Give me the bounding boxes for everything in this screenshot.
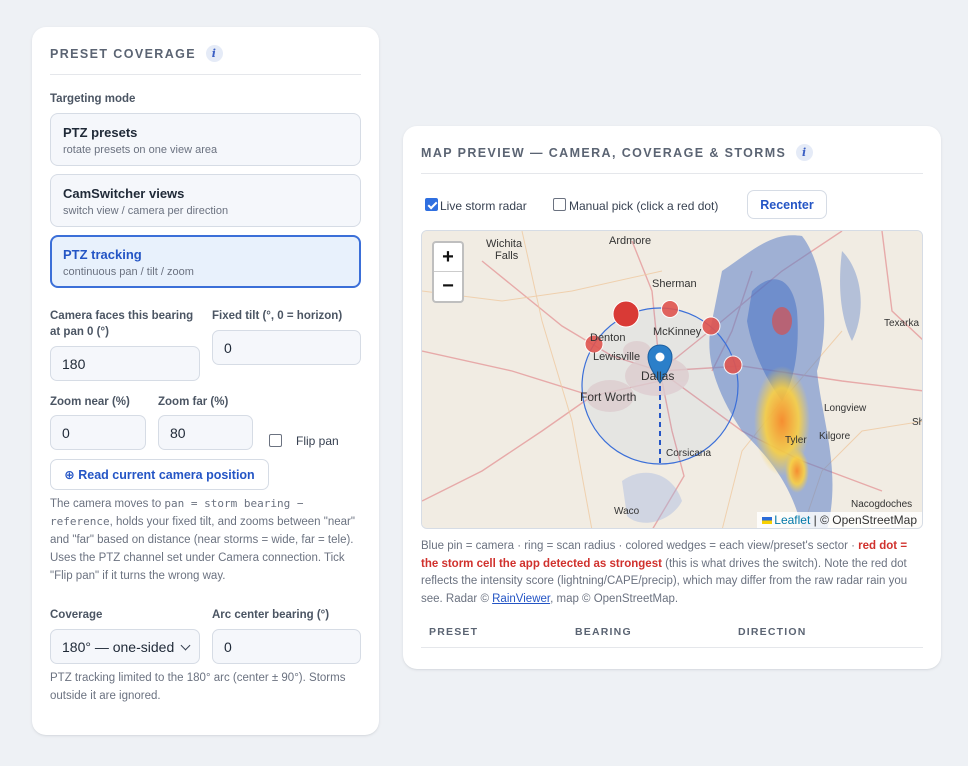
table-header-bearing: BEARING: [575, 626, 632, 638]
live-radar-checkbox[interactable]: [425, 198, 438, 211]
help-text-part: The camera moves to: [50, 498, 165, 510]
manual-pick-label: Manual pick (click a red dot): [569, 199, 719, 213]
table-header-preset: PRESET: [429, 626, 479, 638]
map-zoom-control: + −: [432, 241, 464, 303]
map-canvas: Wichita Falls Ardmore Sherman Denton McK…: [422, 231, 923, 528]
svg-text:Tyler: Tyler: [785, 435, 807, 446]
mode-ptz-presets[interactable]: PTZ presets rotate presets on one view a…: [50, 113, 361, 166]
chevron-down-icon: [180, 640, 191, 651]
leaflet-link[interactable]: Leaflet: [774, 513, 810, 527]
svg-text:Ardmore: Ardmore: [609, 235, 651, 247]
info-icon[interactable]: i: [206, 45, 224, 62]
mode-camswitcher-views[interactable]: CamSwitcher views switch view / camera p…: [50, 174, 361, 227]
read-camera-position-button[interactable]: ⊕ Read current camera position: [50, 459, 269, 490]
svg-text:Denton: Denton: [590, 332, 625, 344]
caption-text: Blue pin = camera · ring = scan radius ·…: [421, 540, 859, 552]
live-radar-label: Live storm radar: [440, 199, 527, 213]
zoom-far-label: Zoom far (%): [158, 396, 229, 408]
svg-text:McKinney: McKinney: [653, 326, 702, 338]
manual-pick-checkbox[interactable]: [553, 198, 566, 211]
zoom-near-input[interactable]: 0: [50, 415, 146, 450]
divider: [50, 74, 361, 75]
zoom-out-button[interactable]: −: [434, 272, 462, 301]
map-attribution: Leaflet | © OpenStreetMap: [757, 512, 922, 528]
svg-text:Texarka: Texarka: [884, 318, 919, 329]
arc-center-label: Arc center bearing (°): [212, 609, 330, 621]
map-caption: Blue pin = camera · ring = scan radius ·…: [421, 538, 923, 608]
attribution-text: | © OpenStreetMap: [813, 513, 917, 527]
tilt-input[interactable]: 0: [212, 330, 361, 365]
svg-text:Lewisville: Lewisville: [593, 351, 640, 363]
mode-subtitle: switch view / camera per direction: [63, 205, 229, 217]
mode-subtitle: rotate presets on one view area: [63, 144, 218, 156]
zoom-in-button[interactable]: +: [434, 243, 462, 272]
svg-text:Sh: Sh: [912, 417, 923, 428]
mode-title: PTZ presets: [63, 125, 138, 140]
map-preview-panel: MAP PREVIEW — CAMERA, COVERAGE & STORMS …: [403, 126, 941, 669]
arc-center-input[interactable]: 0: [212, 629, 361, 664]
panel-title-text: PRESET COVERAGE: [50, 46, 197, 61]
svg-text:Nacogdoches: Nacogdoches: [851, 499, 912, 510]
zoom-near-label: Zoom near (%): [50, 396, 130, 408]
panel-title: MAP PREVIEW — CAMERA, COVERAGE & STORMS …: [421, 144, 814, 161]
coverage-label: Coverage: [50, 609, 103, 621]
caption-text: , map © OpenStreetMap.: [550, 592, 679, 605]
table-header-direction: DIRECTION: [738, 626, 807, 638]
mode-title: CamSwitcher views: [63, 186, 185, 201]
divider: [421, 173, 923, 174]
tilt-label: Fixed tilt (°, 0 = horizon): [212, 310, 343, 322]
mode-subtitle: continuous pan / tilt / zoom: [63, 266, 194, 278]
targeting-mode-label: Targeting mode: [50, 93, 136, 105]
table-header-divider: [421, 647, 923, 648]
coverage-select-value: 180° — one-sided: [62, 638, 175, 655]
panel-title: PRESET COVERAGE i: [50, 45, 224, 62]
coverage-select[interactable]: 180° — one-sided: [50, 629, 200, 664]
mode-title: PTZ tracking: [63, 247, 142, 262]
bearing-input[interactable]: 180: [50, 346, 200, 381]
rainviewer-link[interactable]: RainViewer: [492, 593, 550, 605]
panel-title-text: MAP PREVIEW — CAMERA, COVERAGE & STORMS: [421, 145, 787, 160]
storm-map[interactable]: Wichita Falls Ardmore Sherman Denton McK…: [421, 230, 923, 529]
svg-text:Kilgore: Kilgore: [819, 431, 851, 442]
bearing-label: Camera faces this bearing at pan 0 (°): [50, 310, 194, 338]
svg-text:Longview: Longview: [824, 403, 867, 414]
svg-text:Dallas: Dallas: [641, 369, 674, 383]
zoom-far-input[interactable]: 80: [158, 415, 253, 450]
svg-text:Wichita: Wichita: [486, 238, 523, 250]
svg-text:Falls: Falls: [495, 250, 519, 262]
svg-text:Sherman: Sherman: [652, 278, 697, 290]
svg-text:Waco: Waco: [614, 506, 640, 517]
leaflet-flag-icon: [762, 517, 773, 524]
info-icon[interactable]: i: [796, 144, 814, 161]
flip-pan-checkbox[interactable]: [269, 434, 282, 447]
mode-ptz-tracking[interactable]: PTZ tracking continuous pan / tilt / zoo…: [50, 235, 361, 288]
svg-text:Fort Worth: Fort Worth: [580, 390, 636, 404]
svg-text:Corsicana: Corsicana: [666, 448, 711, 459]
ptz-help-text: The camera moves to pan = storm bearing …: [50, 495, 362, 585]
preset-coverage-panel: PRESET COVERAGE i Targeting mode PTZ pre…: [32, 27, 379, 735]
flip-pan-label: Flip pan: [296, 434, 339, 448]
coverage-note: PTZ tracking limited to the 180° arc (ce…: [50, 672, 346, 702]
recenter-button[interactable]: Recenter: [747, 190, 827, 219]
